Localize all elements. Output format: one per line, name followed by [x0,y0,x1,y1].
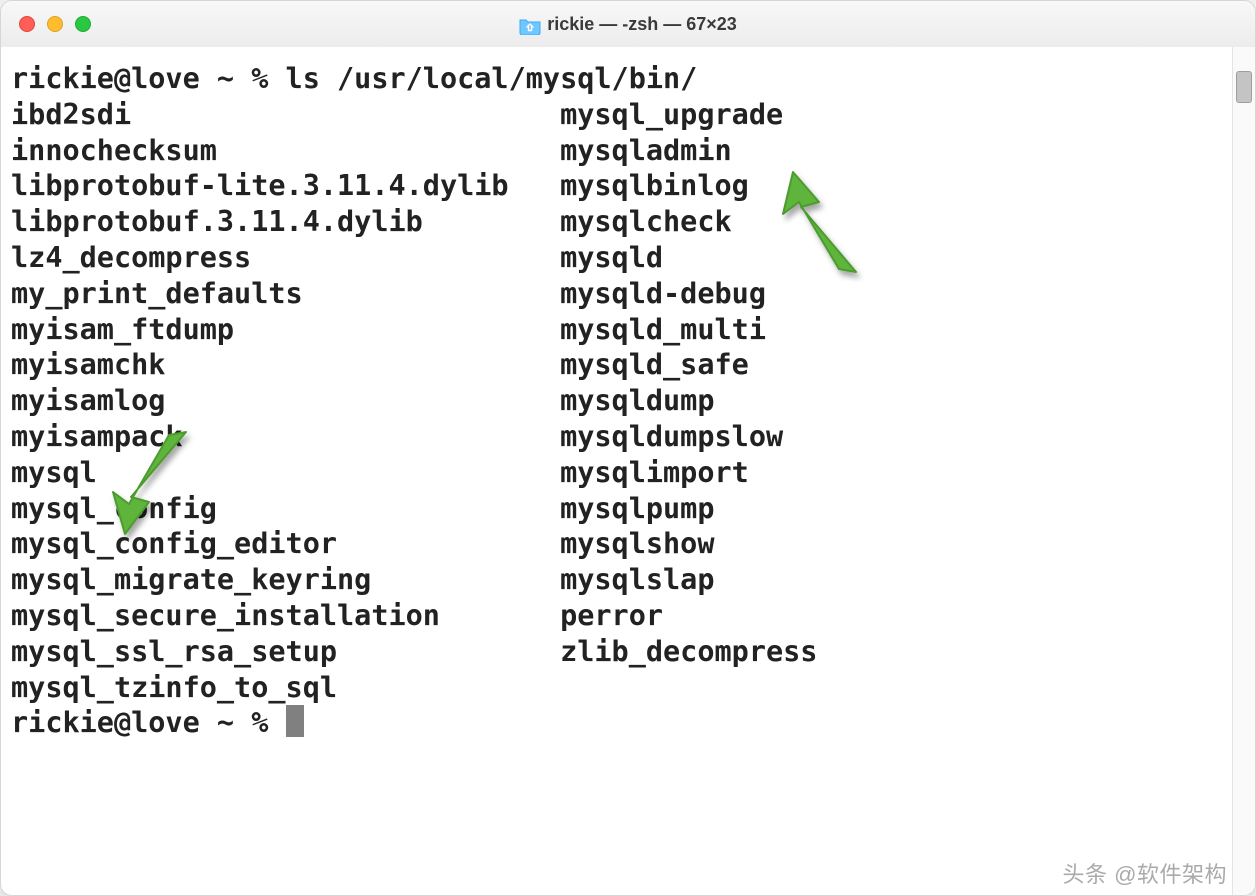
scrollbar-thumb[interactable] [1236,71,1252,103]
scrollbar-track[interactable] [1232,47,1255,895]
traffic-lights [19,16,91,32]
terminal-content[interactable]: rickie@love ~ % ls /usr/local/mysql/bin/… [1,47,1233,895]
titlebar[interactable]: rickie — -zsh — 67×23 [1,1,1255,48]
minimize-button[interactable] [47,16,63,32]
window-title: rickie — -zsh — 67×23 [519,14,737,35]
maximize-button[interactable] [75,16,91,32]
window-title-text: rickie — -zsh — 67×23 [547,14,737,35]
close-button[interactable] [19,16,35,32]
home-folder-icon [519,15,539,33]
terminal-cursor [286,705,304,737]
terminal-body: rickie@love ~ % ls /usr/local/mysql/bin/… [1,47,1255,895]
terminal-window: rickie — -zsh — 67×23 rickie@love ~ % ls… [0,0,1256,896]
